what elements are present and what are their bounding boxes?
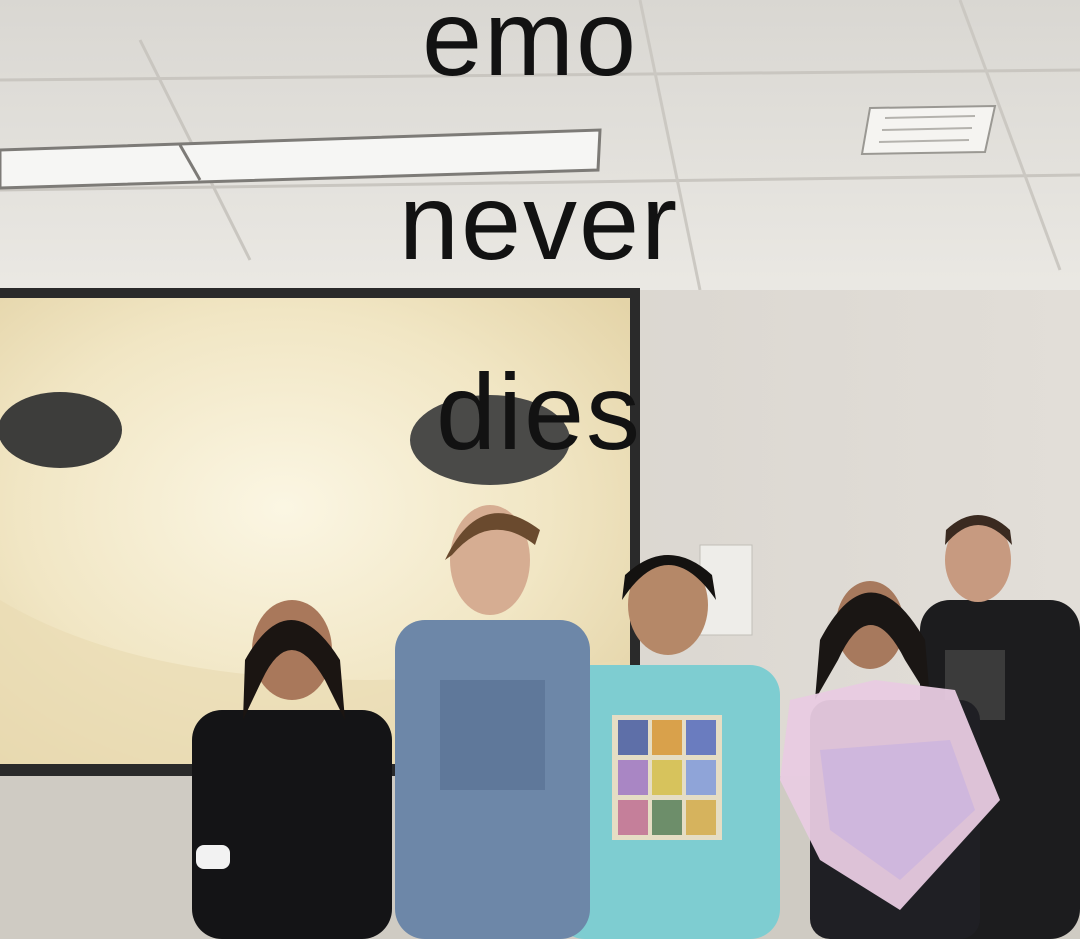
ceiling-vent <box>860 104 997 156</box>
caption-line-2: never <box>398 161 680 282</box>
meme-image: emo never dies <box>0 0 1080 939</box>
wall-notice <box>699 544 753 636</box>
caption-line-3: dies <box>435 351 643 472</box>
caption-line-1: emo <box>421 0 639 98</box>
